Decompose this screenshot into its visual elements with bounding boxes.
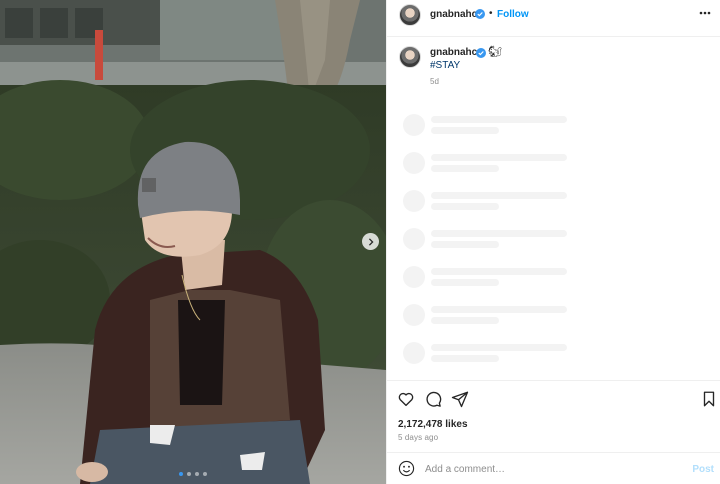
comment-icon[interactable]	[424, 390, 442, 408]
avatar[interactable]	[399, 4, 421, 26]
caption-emoji: 🐿	[488, 46, 502, 58]
heart-icon[interactable]	[397, 390, 415, 408]
comment-input[interactable]	[425, 462, 665, 476]
verified-badge-icon	[476, 48, 486, 58]
follow-button[interactable]: Follow	[497, 9, 529, 20]
divider	[387, 36, 720, 37]
carousel-dot	[195, 472, 199, 476]
post-media[interactable]	[0, 0, 386, 484]
more-options-icon[interactable]	[698, 6, 712, 20]
comment-skeleton	[403, 304, 583, 330]
header-separator: •	[489, 8, 493, 19]
post-header: gnabnahc • Follow	[387, 0, 720, 30]
verified-badge-icon	[475, 9, 485, 19]
post-timestamp[interactable]: 5 days ago	[398, 433, 438, 442]
comment-skeleton	[403, 114, 583, 140]
divider	[387, 452, 720, 453]
comment-skeleton	[403, 190, 583, 216]
carousel-dot	[179, 472, 183, 476]
caption-username[interactable]: gnabnahc	[430, 47, 477, 58]
carousel-dot	[203, 472, 207, 476]
next-slide-button[interactable]	[362, 233, 379, 250]
emoji-icon[interactable]	[398, 460, 415, 477]
comment-skeleton	[403, 266, 583, 292]
carousel-dot	[187, 472, 191, 476]
likes-count[interactable]: 2,172,478 likes	[398, 419, 468, 430]
comment-skeleton	[403, 152, 583, 178]
chevron-right-icon	[368, 237, 374, 246]
post-comment-button[interactable]: Post	[692, 464, 714, 475]
username-link[interactable]: gnabnahc	[430, 9, 477, 20]
post-photo	[0, 0, 386, 484]
bookmark-icon[interactable]	[700, 390, 718, 408]
carousel-indicator	[0, 472, 386, 476]
caption-hashtag[interactable]: #STAY	[430, 60, 460, 71]
comment-skeleton	[403, 342, 583, 368]
caption-timestamp[interactable]: 5d	[430, 77, 439, 86]
comment-skeleton	[403, 228, 583, 254]
caption-avatar[interactable]	[399, 46, 421, 68]
share-icon[interactable]	[451, 390, 469, 408]
post-side-panel: gnabnahc • Follow gnabnahc 🐿 #STAY 5d 2,…	[386, 0, 720, 484]
divider	[387, 380, 720, 381]
